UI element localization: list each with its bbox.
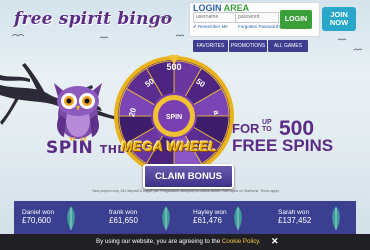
feather-icon	[234, 206, 242, 230]
winner-amount: £61,650	[109, 216, 138, 225]
winner-item: Hayley won £61,476	[193, 209, 227, 225]
up-to-label: UP TO	[262, 119, 272, 133]
hero-spin-text: SPIN THE	[46, 138, 125, 158]
winner-name: Daniel won	[22, 209, 55, 216]
claim-bonus-button[interactable]: CLAIM BONUS	[143, 164, 234, 189]
cookie-message: By using our website, you are agreeing t…	[96, 238, 221, 245]
winner-amount: £137,452	[278, 216, 312, 225]
winner-name: frank won	[109, 209, 138, 216]
winner-amount: £70,600	[22, 216, 51, 225]
spin-word: SPIN	[46, 138, 94, 158]
winner-name: Hayley won	[193, 209, 227, 216]
mega-wheel-title: MEGA WHEEL	[121, 138, 217, 154]
close-icon[interactable]: ✕	[271, 236, 279, 247]
feather-icon	[332, 206, 340, 230]
winner-amount: £61,476	[193, 216, 222, 225]
winner-item: Sarah won £137,452	[278, 209, 311, 225]
wheel-center-label: SPIN	[166, 114, 182, 121]
for-word: FOR	[232, 121, 260, 136]
mega-wheel-graphic: SPIN 500 50 20 50 a	[114, 55, 234, 176]
cookie-policy-link[interactable]: Cookie Policy.	[222, 238, 261, 245]
free-spins-label: FREE SPINS	[232, 136, 334, 155]
feather-icon	[67, 206, 75, 230]
feather-icon	[162, 206, 170, 230]
winner-item: Daniel won £70,600	[22, 209, 54, 225]
terms-text: New players only. £10 deposit & wager (e…	[92, 189, 280, 193]
owl-mascot	[54, 83, 102, 141]
winner-name: Sarah won	[278, 209, 310, 216]
cookie-text: By using our website, you are agreeing t…	[96, 238, 261, 245]
winner-item: frank won £61,650	[109, 209, 138, 225]
